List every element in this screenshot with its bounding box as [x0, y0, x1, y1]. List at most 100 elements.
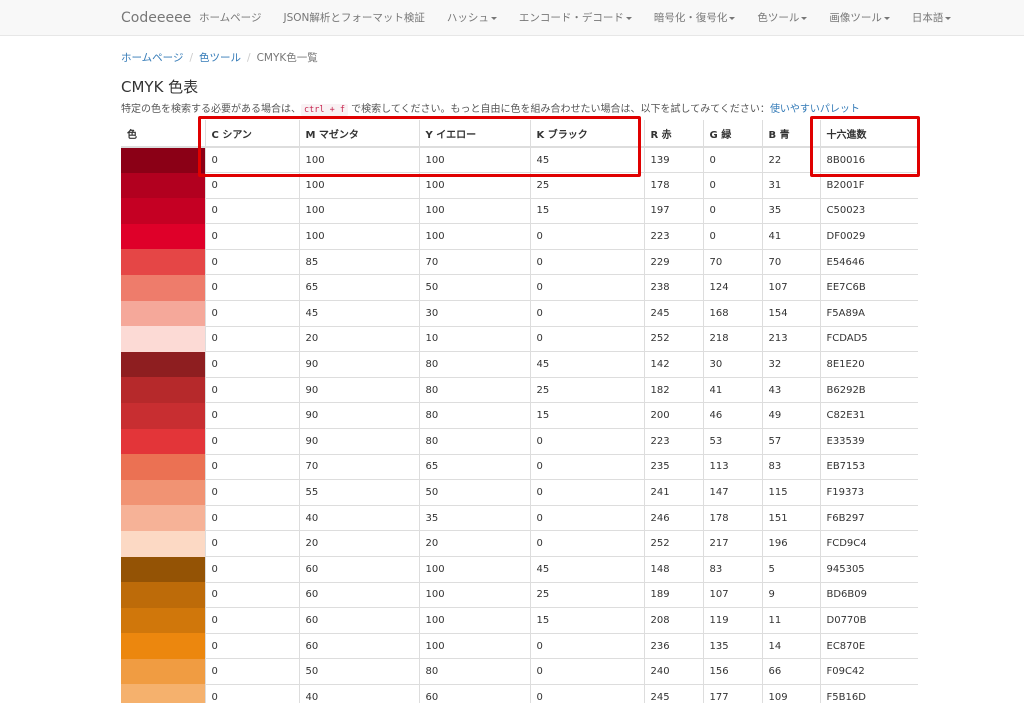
- cell-b: 70: [761, 248, 820, 275]
- cell-y: 100: [418, 146, 530, 173]
- cell-c: 0: [204, 172, 299, 199]
- table-row: 0 85 70 0 229 70 70 E54646: [121, 248, 918, 275]
- cell-r: 178: [643, 172, 703, 199]
- cell-b: 107: [761, 274, 820, 301]
- nav-item-image-tools[interactable]: 画像ツール: [818, 0, 901, 36]
- cell-hex: B2001F: [819, 172, 918, 199]
- cell-b: 109: [761, 683, 820, 703]
- cell-y: 60: [418, 683, 530, 703]
- nav-item-json[interactable]: JSON解析とフォーマット検証: [272, 0, 435, 36]
- cell-y: 100: [418, 197, 530, 224]
- table-row: 0 60 100 25 189 107 9 BD6B09: [121, 581, 918, 608]
- cell-c: 0: [204, 479, 299, 506]
- nav-label: 色ツール: [757, 12, 800, 24]
- nav-item-encrypt[interactable]: 暗号化・復号化: [643, 0, 747, 36]
- color-swatch: [121, 326, 205, 352]
- cell-b: 66: [761, 658, 820, 685]
- header-yellow: Y イエロー: [418, 120, 530, 148]
- cell-r: 236: [643, 632, 703, 659]
- cell-m: 60: [298, 607, 419, 634]
- color-swatch: [121, 658, 205, 685]
- breadcrumb-separator: /: [247, 51, 251, 64]
- cell-g: 70: [702, 248, 762, 275]
- cell-r: 246: [643, 504, 703, 531]
- cell-c: 0: [204, 146, 299, 173]
- cell-k: 0: [529, 223, 644, 250]
- nav-menu: ホームページ JSON解析とフォーマット検証 ハッシュ エンコード・デコード 暗…: [188, 0, 962, 36]
- nav-item-encode[interactable]: エンコード・デコード: [508, 0, 643, 36]
- cell-k: 25: [529, 376, 644, 403]
- table-row: 0 70 65 0 235 113 83 EB7153: [121, 453, 918, 480]
- color-swatch: [121, 300, 205, 327]
- cell-k: 15: [529, 402, 644, 429]
- cell-k: 0: [529, 274, 644, 301]
- color-swatch: [121, 556, 205, 583]
- cell-k: 0: [529, 479, 644, 506]
- table-row: 0 90 80 45 142 30 32 8E1E20: [121, 351, 918, 378]
- color-swatch: [121, 530, 205, 557]
- nav-label: JSON解析とフォーマット検証: [283, 12, 425, 24]
- palette-link[interactable]: 使いやすいパレット: [770, 104, 860, 115]
- cell-m: 70: [298, 453, 419, 480]
- nav-item-home[interactable]: ホームページ: [188, 0, 272, 36]
- table-row: 0 100 100 25 178 0 31 B2001F: [121, 172, 918, 199]
- cell-c: 0: [204, 607, 299, 634]
- cell-k: 0: [529, 632, 644, 659]
- caret-down-icon: [729, 16, 736, 20]
- table-row: 0 60 100 45 148 83 5 945305: [121, 556, 918, 583]
- cell-hex: C50023: [819, 197, 918, 224]
- cell-hex: E54646: [819, 248, 918, 275]
- cell-k: 0: [529, 658, 644, 685]
- cell-b: 154: [761, 300, 820, 327]
- color-swatch: [121, 402, 205, 429]
- nav-item-color-tools[interactable]: 色ツール: [746, 0, 818, 36]
- nav-label: エンコード・デコード: [518, 12, 624, 24]
- breadcrumb-color-tools[interactable]: 色ツール: [199, 50, 241, 65]
- nav-label: 画像ツール: [829, 12, 882, 24]
- cell-b: 115: [761, 479, 820, 506]
- color-swatch: [121, 274, 205, 301]
- table-row: 0 20 10 0 252 218 213 FCDAD5: [121, 325, 918, 352]
- navbar: Codeeeee ホームページ JSON解析とフォーマット検証 ハッシュ エンコ…: [0, 0, 1024, 36]
- cell-y: 80: [418, 428, 530, 455]
- cell-m: 65: [298, 274, 419, 301]
- table-row: 0 90 80 15 200 46 49 C82E31: [121, 402, 918, 429]
- cell-y: 10: [418, 325, 530, 352]
- table-row: 0 100 100 15 197 0 35 C50023: [121, 197, 918, 224]
- breadcrumb-home[interactable]: ホームページ: [121, 50, 183, 65]
- cell-hex: 945305: [819, 556, 918, 583]
- cell-g: 0: [702, 172, 762, 199]
- cell-m: 100: [298, 172, 419, 199]
- nav-item-language[interactable]: 日本語: [901, 0, 963, 36]
- nav-item-hash[interactable]: ハッシュ: [436, 0, 508, 36]
- color-swatch: [121, 198, 205, 224]
- cell-hex: F09C42: [819, 658, 918, 685]
- cell-b: 5: [761, 556, 820, 583]
- cell-c: 0: [204, 632, 299, 659]
- cell-k: 15: [529, 607, 644, 634]
- cell-c: 0: [204, 453, 299, 480]
- cell-r: 245: [643, 300, 703, 327]
- cell-hex: D0770B: [819, 607, 918, 634]
- cell-r: 148: [643, 556, 703, 583]
- cell-hex: F6B297: [819, 504, 918, 531]
- color-swatch: [121, 351, 205, 378]
- cell-k: 0: [529, 453, 644, 480]
- cell-g: 0: [702, 197, 762, 224]
- table-row: 0 45 30 0 245 168 154 F5A89A: [121, 300, 918, 327]
- cell-b: 9: [761, 581, 820, 608]
- brand-logo[interactable]: Codeeeee: [121, 10, 191, 26]
- cell-hex: C82E31: [819, 402, 918, 429]
- caret-down-icon: [490, 16, 497, 20]
- cell-k: 0: [529, 428, 644, 455]
- cell-k: 0: [529, 248, 644, 275]
- cell-m: 40: [298, 504, 419, 531]
- table-row: 0 90 80 0 223 53 57 E33539: [121, 428, 918, 455]
- cell-b: 35: [761, 197, 820, 224]
- cell-y: 80: [418, 658, 530, 685]
- color-swatch: [121, 377, 205, 403]
- cell-c: 0: [204, 351, 299, 378]
- cell-k: 45: [529, 351, 644, 378]
- cell-hex: DF0029: [819, 223, 918, 250]
- cell-g: 0: [702, 146, 762, 173]
